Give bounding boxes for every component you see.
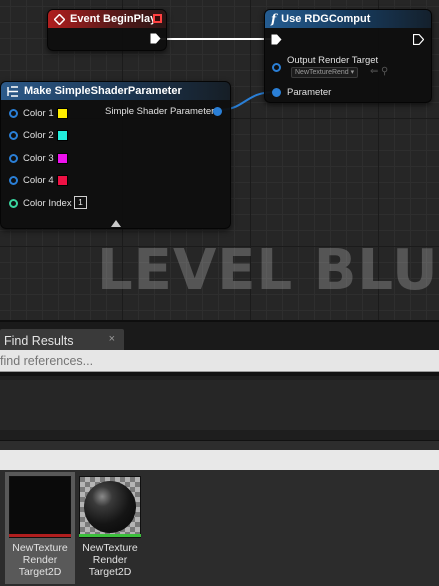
close-icon[interactable]: × [109, 333, 115, 345]
simple-shader-parameter-pin-icon[interactable] [213, 107, 222, 116]
panel-divider[interactable] [0, 440, 439, 450]
render-target-thumbnail [9, 476, 71, 538]
tab-find-results[interactable]: Find Results × [0, 329, 124, 352]
asset-label: NewTexture Render Target2D [82, 542, 138, 578]
exec-out-pin-icon[interactable] [150, 33, 161, 44]
color-2-swatch[interactable] [57, 130, 68, 141]
render-target-thumbnail [79, 476, 141, 538]
asset-type-bar [9, 534, 71, 537]
event-diamond-icon [54, 13, 65, 25]
color-4-swatch[interactable] [57, 175, 68, 186]
color-4-pin-icon[interactable] [9, 176, 18, 185]
color-3-label: Color 3 [23, 153, 54, 164]
asset-tile[interactable]: NewTexture Render Target2D [5, 472, 75, 584]
sphere-preview-icon [84, 481, 136, 533]
render-target-dropdown[interactable]: NewTextureRend ▾ [291, 67, 359, 78]
asset-tile[interactable]: NewTexture Render Target2D [75, 472, 145, 584]
tab-find-results-label: Find Results [4, 333, 74, 348]
parameter-label: Parameter [287, 87, 332, 98]
make-node-header[interactable]: Make SimpleShaderParameter [1, 82, 230, 100]
find-references-search [0, 350, 439, 372]
delegate-pin-icon[interactable] [153, 14, 162, 23]
color-3-swatch[interactable] [57, 153, 68, 164]
search-asset-icon[interactable]: ⚲ [381, 66, 388, 77]
color-1-label: Color 1 [23, 108, 54, 119]
expand-arrow-icon[interactable] [111, 220, 121, 227]
find-results-area [0, 372, 439, 440]
render-target-value: NewTextureRend [295, 69, 349, 76]
color-1-swatch[interactable] [57, 108, 68, 119]
asset-type-bar [79, 534, 141, 537]
make-struct-icon [7, 85, 18, 97]
blueprint-graph[interactable]: LEVEL BLUEP Event BeginPlay f Use RDGCom… [0, 0, 439, 320]
content-browser-toolbar [0, 450, 439, 470]
color-index-pin-icon[interactable] [9, 199, 18, 208]
event-beginplay-title: Event BeginPlay [70, 13, 157, 25]
use-rdg-compute-title: Use RDGComput [281, 13, 371, 25]
use-rdg-compute-node[interactable]: f Use RDGComput Output Render Target New… [264, 9, 432, 103]
exec-out-pin-icon[interactable] [413, 34, 424, 45]
make-node-title: Make SimpleShaderParameter [24, 85, 182, 97]
make-simple-shader-parameter-node[interactable]: Make SimpleShaderParameter Simple Shader… [0, 81, 231, 229]
color-1-pin-icon[interactable] [9, 109, 18, 118]
color-2-pin-icon[interactable] [9, 131, 18, 140]
content-browser-assets: NewTexture Render Target2D NewTexture Re… [0, 470, 439, 586]
color-4-label: Color 4 [23, 175, 54, 186]
color-2-label: Color 2 [23, 130, 54, 141]
exec-in-pin-icon[interactable] [271, 34, 282, 45]
asset-label: NewTexture Render Target2D [12, 542, 68, 578]
find-results-list[interactable] [0, 380, 439, 430]
simple-shader-parameter-label: Simple Shader Parameter [105, 106, 215, 117]
output-render-target-label: Output Render Target [287, 55, 379, 66]
event-beginplay-node[interactable]: Event BeginPlay [47, 9, 167, 51]
use-rdg-compute-header[interactable]: f Use RDGComput [265, 10, 431, 28]
color-index-label: Color Index [23, 198, 72, 209]
parameter-pin-icon[interactable] [272, 88, 281, 97]
color-index-input[interactable]: 1 [74, 196, 87, 209]
function-icon: f [271, 12, 277, 26]
browse-back-arrow-icon[interactable]: ⇐ [370, 66, 378, 77]
chevron-down-icon: ▾ [350, 69, 355, 76]
find-references-input[interactable] [0, 350, 439, 371]
color-3-pin-icon[interactable] [9, 154, 18, 163]
event-beginplay-header[interactable]: Event BeginPlay [48, 10, 166, 28]
output-render-target-pin-icon[interactable] [272, 63, 281, 72]
find-results-tabbar: Find Results × [0, 320, 439, 352]
